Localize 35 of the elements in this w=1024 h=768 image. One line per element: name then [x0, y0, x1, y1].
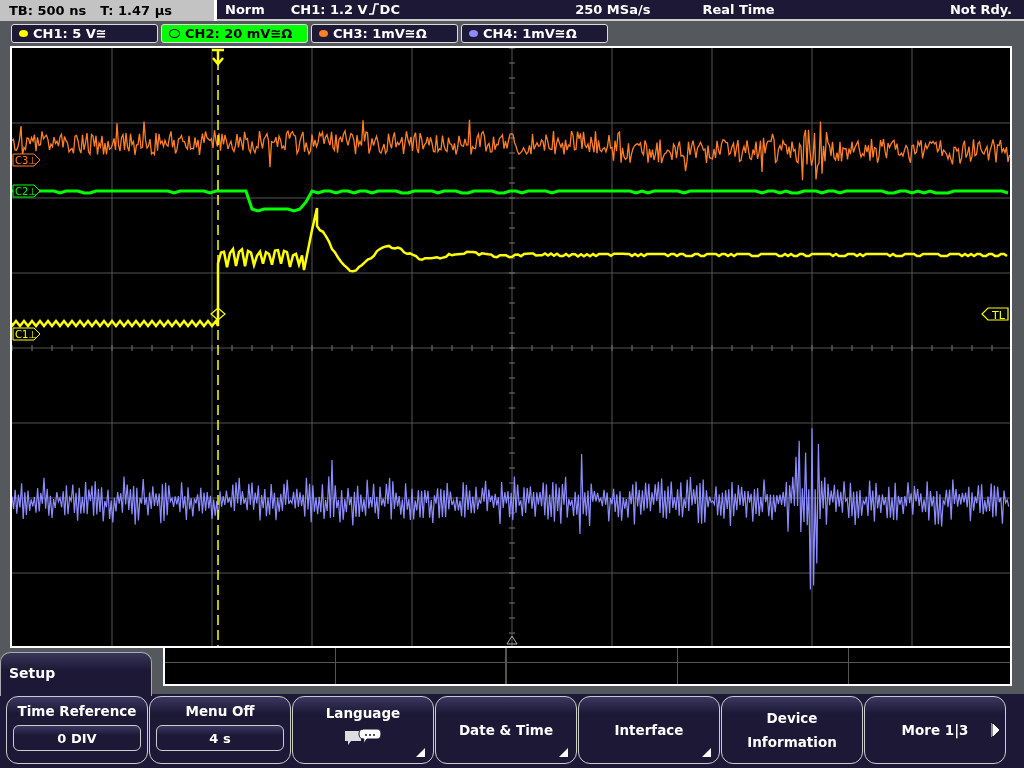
trigger-level-marker: TL — [981, 307, 1009, 322]
value-field[interactable]: 4 s — [156, 725, 284, 751]
channel-tab[interactable]: CH1: 5 V≅ — [11, 23, 158, 43]
channel-marker: C2⊥ — [12, 184, 41, 198]
corner-triangle-icon — [559, 748, 568, 757]
channel-marker: C1⊥ — [12, 327, 41, 341]
trigger-source: CH1: 1.2 V — [290, 1, 368, 17]
softkey-button[interactable]: Date & Time — [435, 696, 577, 764]
speech-bubbles-icon — [343, 727, 383, 747]
menu-title: Setup — [0, 652, 152, 696]
channel-tab[interactable]: CH4: 1mV≅Ω — [461, 23, 608, 43]
trigger-point-icon — [210, 307, 226, 321]
trigger-position-icon — [210, 48, 226, 66]
trigger-time-readout: T: 1.47 µs — [100, 2, 172, 18]
softkey-button[interactable]: Menu Off 4 s — [149, 696, 291, 764]
trigger-mode: Norm — [225, 1, 265, 17]
rising-edge-icon — [368, 3, 379, 16]
softkey-button[interactable]: Time Reference 0 DIV — [6, 696, 148, 764]
softkey-button[interactable]: Device Information — [721, 696, 863, 764]
corner-triangle-icon — [416, 748, 425, 757]
acquisition-state: Not Rdy. — [949, 1, 1012, 17]
timebase-readout: TB: 500 ns — [9, 2, 87, 18]
trigger-coupling: DC — [379, 1, 400, 17]
acquisition-mode: Real Time — [702, 1, 775, 17]
sample-rate: 250 MSa/s — [575, 1, 651, 17]
value-field[interactable]: 0 DIV — [13, 725, 141, 751]
softkey-button[interactable]: More 1|3 — [864, 696, 1006, 764]
channel-tab[interactable]: CH2: 20 mV≅Ω — [161, 23, 308, 43]
corner-triangle-icon — [702, 748, 711, 757]
softkey-button[interactable]: Interface — [578, 696, 720, 764]
softkey-button[interactable]: Language — [292, 696, 434, 764]
next-arrow-icon — [991, 723, 999, 737]
channel-marker: C3⊥ — [12, 153, 41, 167]
channel-tab[interactable]: CH3: 1mV≅Ω — [311, 23, 458, 43]
time-reference-icon — [506, 635, 518, 645]
